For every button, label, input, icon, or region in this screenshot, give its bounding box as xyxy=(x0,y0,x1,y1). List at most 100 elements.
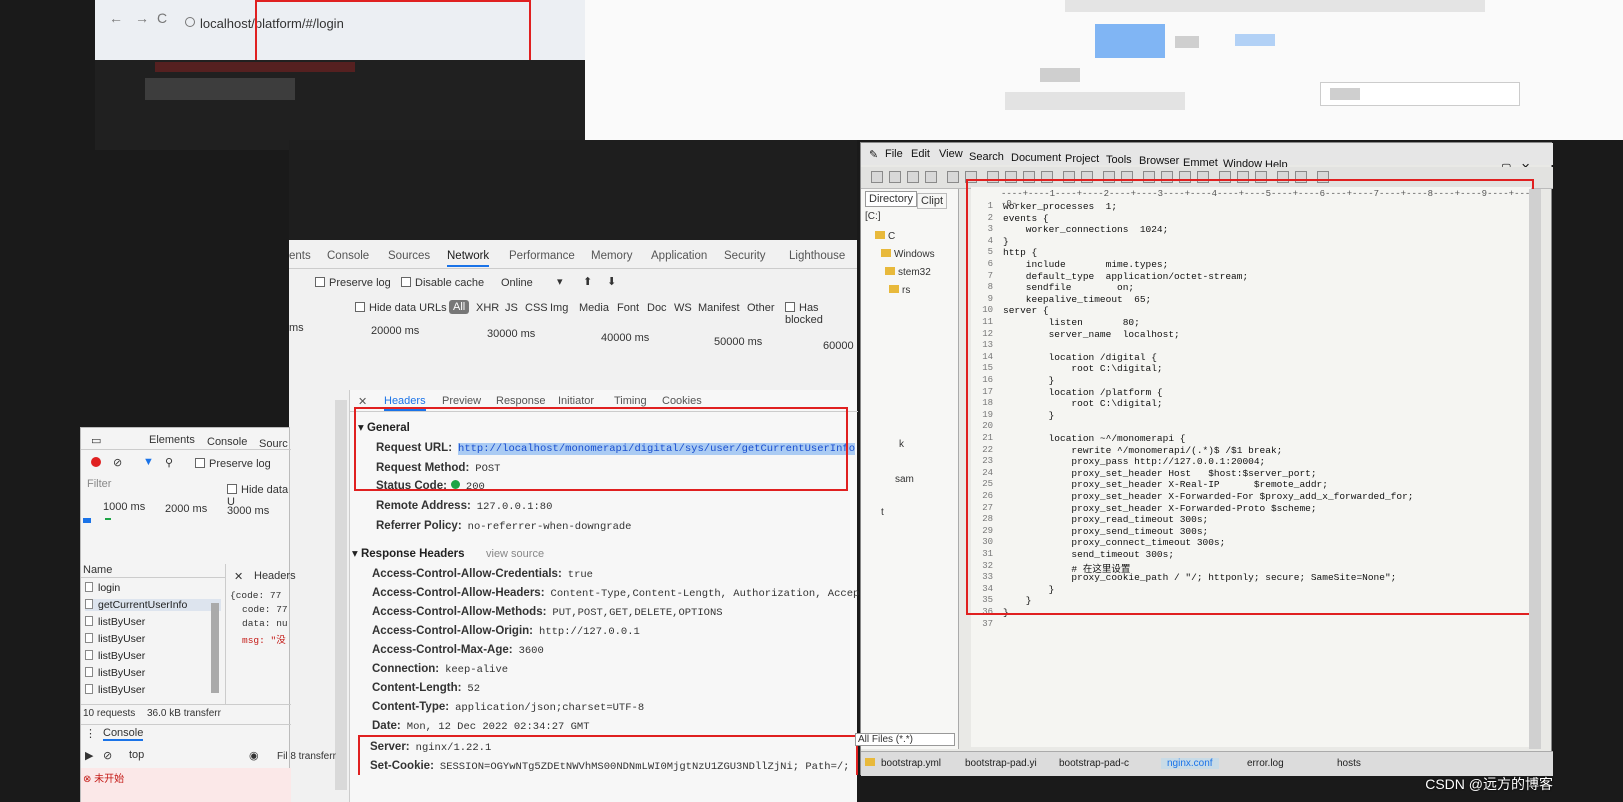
list-item[interactable]: login xyxy=(85,582,120,594)
scrollbar[interactable] xyxy=(211,603,219,693)
doc-tab[interactable]: error.log xyxy=(1247,758,1284,769)
folder-item[interactable]: rs xyxy=(889,285,910,296)
tab-application[interactable]: Application xyxy=(651,250,707,262)
device-icon[interactable]: ▭ xyxy=(91,434,101,447)
filter-xhr[interactable]: XHR xyxy=(476,302,499,314)
preserve-log-checkbox[interactable]: Preserve log xyxy=(315,277,391,289)
list-item[interactable]: listByUser xyxy=(85,684,145,696)
tab-headers[interactable]: Headers xyxy=(254,570,296,582)
back-icon[interactable]: ← xyxy=(109,10,123,26)
list-item[interactable]: listByUser xyxy=(85,667,145,679)
menu-project[interactable]: Project xyxy=(1065,153,1099,165)
filter-css[interactable]: CSS xyxy=(525,302,548,314)
sidebar-icon[interactable]: ▶ xyxy=(85,749,93,762)
hide-data-urls-checkbox[interactable]: Hide data URLs xyxy=(355,302,447,314)
tab-response[interactable]: Response xyxy=(496,395,546,407)
new-file-icon[interactable] xyxy=(871,171,883,183)
response-headers-toggle[interactable]: ▾ Response Headers xyxy=(352,546,465,560)
menu-search[interactable]: Search xyxy=(969,151,1004,163)
close-icon[interactable]: ✕ xyxy=(234,570,243,583)
filter-js[interactable]: JS xyxy=(505,302,518,314)
folder-item[interactable]: C xyxy=(875,231,895,242)
list-item[interactable]: listByUser xyxy=(85,650,145,662)
folder-item[interactable]: Windows xyxy=(881,249,935,260)
tab-cookies[interactable]: Cookies xyxy=(662,395,702,407)
print-icon[interactable] xyxy=(947,171,959,183)
filter-img[interactable]: Img xyxy=(550,302,568,314)
tab-timing[interactable]: Timing xyxy=(614,395,647,407)
tab-console[interactable]: Console xyxy=(327,250,369,262)
tab-memory[interactable]: Memory xyxy=(591,250,633,262)
eye-icon[interactable]: ◉ xyxy=(249,749,259,762)
save-all-icon[interactable] xyxy=(925,171,937,183)
url-highlight-box xyxy=(255,0,531,68)
open-file-icon[interactable] xyxy=(889,171,901,183)
throttle-select[interactable]: Online xyxy=(501,277,533,289)
export-icon[interactable]: ⬇ xyxy=(607,275,616,288)
menu-view[interactable]: View xyxy=(939,148,963,160)
doc-tab[interactable]: bootstrap-pad.yi xyxy=(965,758,1037,769)
scrollbar[interactable] xyxy=(1529,189,1541,749)
list-item[interactable]: getCurrentUserInfo xyxy=(85,599,221,611)
tab-elements[interactable]: ents xyxy=(289,250,311,262)
filter-media[interactable]: Media xyxy=(579,302,609,314)
filter-all[interactable]: All xyxy=(449,300,470,314)
reload-icon[interactable]: C xyxy=(157,10,167,26)
menu-edit[interactable]: Edit xyxy=(911,148,930,160)
filter-doc[interactable]: Doc xyxy=(647,302,667,314)
tab-elements[interactable]: Elements xyxy=(149,434,195,446)
file-filter-select[interactable]: All Files (*.*) xyxy=(855,733,955,746)
response-row: Access-Control-Allow-Headers: Content-Typ… xyxy=(372,587,898,600)
list-item[interactable]: listByUser xyxy=(85,633,145,645)
disable-cache-checkbox[interactable]: Disable cache xyxy=(401,277,484,289)
filter-manifest[interactable]: Manifest xyxy=(698,302,740,314)
drawer-menu-icon[interactable]: ⋮ xyxy=(85,727,96,740)
import-icon[interactable]: ⬆ xyxy=(583,275,592,288)
filter-input[interactable]: Filter xyxy=(87,478,111,490)
tab-console-drawer[interactable]: Console xyxy=(103,727,144,741)
tab-network[interactable]: Network xyxy=(447,250,490,267)
tab-lighthouse[interactable]: Lighthouse xyxy=(789,250,845,262)
clear-console-icon[interactable]: ⊘ xyxy=(103,749,112,762)
menu-browser[interactable]: Browser xyxy=(1139,155,1179,167)
doc-tab[interactable]: bootstrap-pad-c xyxy=(1059,758,1129,769)
view-source-link[interactable]: view source xyxy=(486,548,544,560)
browser-page-area xyxy=(95,60,585,150)
search-icon[interactable]: ⚲ xyxy=(165,456,173,469)
console-filter[interactable]: Fil 8 transferr xyxy=(277,751,336,762)
file-item[interactable]: k xyxy=(899,439,904,450)
tab-cliptext[interactable]: Clipt xyxy=(917,193,948,209)
tab-directory[interactable]: Directory xyxy=(865,191,918,207)
save-icon[interactable] xyxy=(907,171,919,183)
clear-icon[interactable]: ⊘ xyxy=(113,456,122,469)
tab-initiator[interactable]: Initiator xyxy=(558,395,594,407)
tab-performance[interactable]: Performance xyxy=(509,250,575,262)
filter-ws[interactable]: WS xyxy=(674,302,692,314)
filter-icon[interactable]: ▼ xyxy=(143,456,154,468)
forward-icon[interactable]: → xyxy=(135,10,149,26)
list-item[interactable]: listByUser xyxy=(85,616,145,628)
tab-preview[interactable]: Preview xyxy=(442,395,481,407)
drive-select[interactable]: [C:] xyxy=(865,211,881,222)
tab-sources[interactable]: Sourc xyxy=(259,438,288,450)
tab-security[interactable]: Security xyxy=(724,250,766,262)
filter-font[interactable]: Font xyxy=(617,302,639,314)
menu-tools[interactable]: Tools xyxy=(1106,154,1132,166)
record-icon[interactable] xyxy=(91,457,101,467)
doc-tab-active[interactable]: nginx.conf xyxy=(1161,758,1219,769)
menu-file[interactable]: File xyxy=(885,148,903,160)
preserve-log-checkbox[interactable]: Preserve log xyxy=(195,458,271,470)
file-item[interactable]: t xyxy=(881,507,884,518)
scrollbar[interactable] xyxy=(335,400,347,790)
folder-item[interactable]: stem32 xyxy=(885,267,931,278)
doc-tab[interactable]: hosts xyxy=(1337,758,1361,769)
context-select[interactable]: top xyxy=(129,749,144,761)
doc-tab[interactable]: bootstrap.yml xyxy=(881,758,941,769)
filter-other[interactable]: Other xyxy=(747,302,775,314)
file-item[interactable]: sam xyxy=(895,474,914,485)
menu-document[interactable]: Document xyxy=(1011,152,1061,164)
tab-console[interactable]: Console xyxy=(207,436,247,448)
response-preview: ✕ Headers {code: 77 code: 77 data: nu ms… xyxy=(225,564,296,704)
tab-sources[interactable]: Sources xyxy=(388,250,430,262)
chevron-down-icon[interactable]: ▾ xyxy=(557,275,563,288)
